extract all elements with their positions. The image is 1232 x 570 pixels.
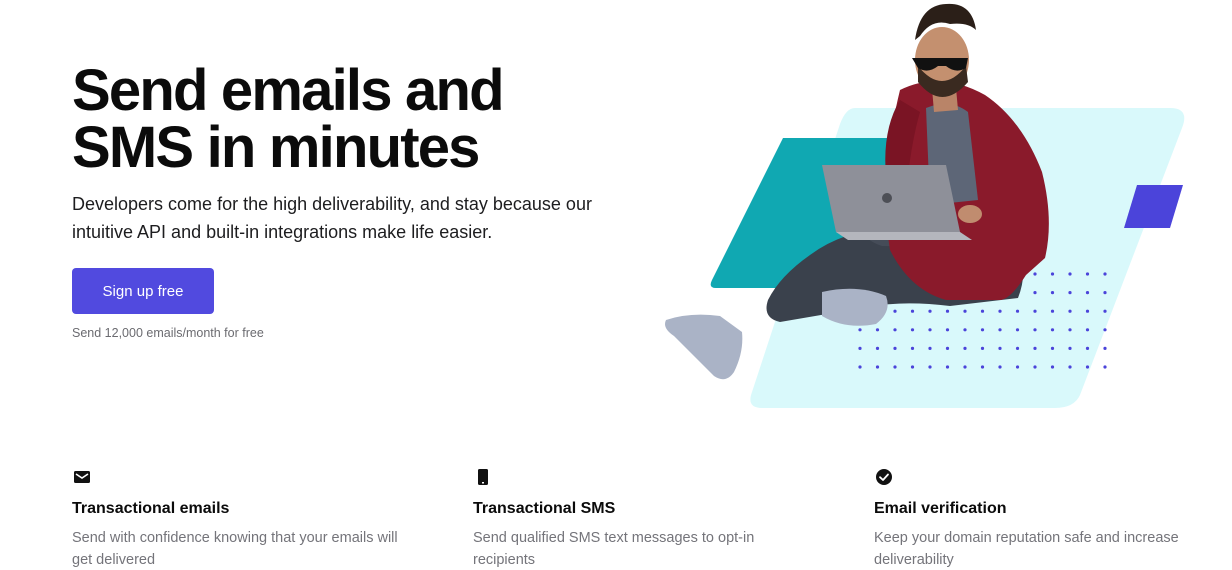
- decorative-dot: [1103, 272, 1107, 276]
- decorative-dot: [858, 346, 862, 350]
- decorative-dot: [1033, 346, 1037, 350]
- hero-title: Send emails and SMS in minutes: [72, 58, 592, 180]
- decorative-dot: [1085, 328, 1090, 332]
- feature-transactional-emails: Transactional emails Send with confidenc…: [72, 468, 402, 570]
- developer-with-laptop-illustration: [665, 3, 1185, 408]
- decorative-dot: [858, 328, 862, 332]
- decorative-dot: [1050, 309, 1055, 313]
- decorative-dot: [1103, 365, 1107, 369]
- decorative-dot: [1050, 272, 1055, 276]
- decorative-dot: [1085, 365, 1090, 369]
- decorative-dot: [1050, 328, 1055, 332]
- decorative-dot: [928, 309, 932, 313]
- check-circle-icon: [876, 469, 892, 485]
- hero-subtitle: Developers come for the high deliverabil…: [72, 194, 592, 242]
- decorative-dot: [928, 346, 932, 350]
- feature-description: Keep your domain reputation safe and inc…: [874, 530, 1179, 568]
- decorative-dot: [1068, 309, 1072, 313]
- decorative-dot: [893, 346, 897, 350]
- decorative-dot: [910, 346, 915, 350]
- free-tier-note: Send 12,000 emails/month for free: [72, 326, 264, 340]
- decorative-dot: [963, 309, 967, 313]
- decorative-dot: [928, 328, 932, 332]
- decorative-dot: [998, 309, 1002, 313]
- decorative-dot: [963, 328, 967, 332]
- decorative-dot: [945, 365, 950, 369]
- feature-description: Send with confidence knowing that your e…: [72, 530, 398, 568]
- decorative-dot: [1103, 328, 1107, 332]
- decorative-dot: [1015, 365, 1020, 369]
- decorative-dot: [980, 309, 985, 313]
- decorative-dot: [1068, 272, 1072, 276]
- decorative-dot: [980, 346, 985, 350]
- decorative-dot: [910, 365, 915, 369]
- decorative-dot: [1015, 328, 1020, 332]
- decorative-dot: [945, 309, 950, 313]
- decorative-dot: [1068, 346, 1072, 350]
- decorative-dot: [893, 365, 897, 369]
- decorative-dot: [1015, 309, 1020, 313]
- decorative-dot: [1085, 346, 1090, 350]
- decorative-dot: [875, 328, 880, 332]
- decorative-dot: [1033, 365, 1037, 369]
- hero-title-line-2: SMS in minutes: [72, 115, 480, 180]
- decorative-dot: [1050, 291, 1055, 295]
- decorative-dot: [910, 328, 915, 332]
- decorative-dot: [1103, 346, 1107, 350]
- decorative-dot: [1050, 346, 1055, 350]
- feature-title: Transactional SMS: [473, 500, 616, 517]
- feature-title: Transactional emails: [72, 500, 230, 517]
- decorative-dot: [1068, 291, 1072, 295]
- decorative-dot: [945, 346, 950, 350]
- feature-email-verification: Email verification Keep your domain repu…: [874, 468, 1204, 570]
- decorative-dot: [1068, 328, 1072, 332]
- decorative-dot: [1103, 309, 1107, 313]
- decorative-dot: [945, 328, 950, 332]
- decorative-dot: [1050, 365, 1055, 369]
- decorative-dot: [893, 309, 897, 313]
- decorative-dot: [980, 365, 985, 369]
- decorative-dot: [1103, 291, 1107, 295]
- feature-title: Email verification: [874, 500, 1007, 517]
- decorative-dot: [1085, 309, 1090, 313]
- decorative-dot: [1033, 309, 1037, 313]
- hero-title-line-1: Send emails and: [72, 58, 505, 123]
- decorative-dot: [980, 328, 985, 332]
- decorative-dot: [998, 365, 1002, 369]
- envelope-icon: [74, 471, 90, 483]
- decorative-dot: [1085, 272, 1090, 276]
- decorative-dot: [963, 346, 967, 350]
- sign-up-free-button[interactable]: Sign up free: [72, 268, 214, 314]
- decorative-dot: [1033, 272, 1037, 276]
- decorative-dot: [875, 365, 880, 369]
- decorative-dot: [1015, 346, 1020, 350]
- hero-illustration: [650, 0, 1210, 420]
- decorative-dot: [1033, 291, 1037, 295]
- decorative-dot: [998, 346, 1002, 350]
- decorative-dot: [998, 328, 1002, 332]
- decorative-dot: [910, 309, 915, 313]
- decorative-dot: [893, 328, 897, 332]
- mobile-phone-icon: [478, 469, 488, 485]
- decorative-dot: [1033, 328, 1037, 332]
- feature-description: Send qualified SMS text messages to opt-…: [473, 530, 755, 568]
- decorative-dot: [963, 365, 967, 369]
- decorative-dot: [1085, 291, 1090, 295]
- decorative-dot: [1068, 365, 1072, 369]
- landing-page: Send emails and SMS in minutes Developer…: [0, 0, 1232, 570]
- decorative-dot: [858, 365, 862, 369]
- decorative-dot: [928, 365, 932, 369]
- feature-transactional-sms: Transactional SMS Send qualified SMS tex…: [473, 468, 803, 570]
- decorative-dot: [875, 346, 880, 350]
